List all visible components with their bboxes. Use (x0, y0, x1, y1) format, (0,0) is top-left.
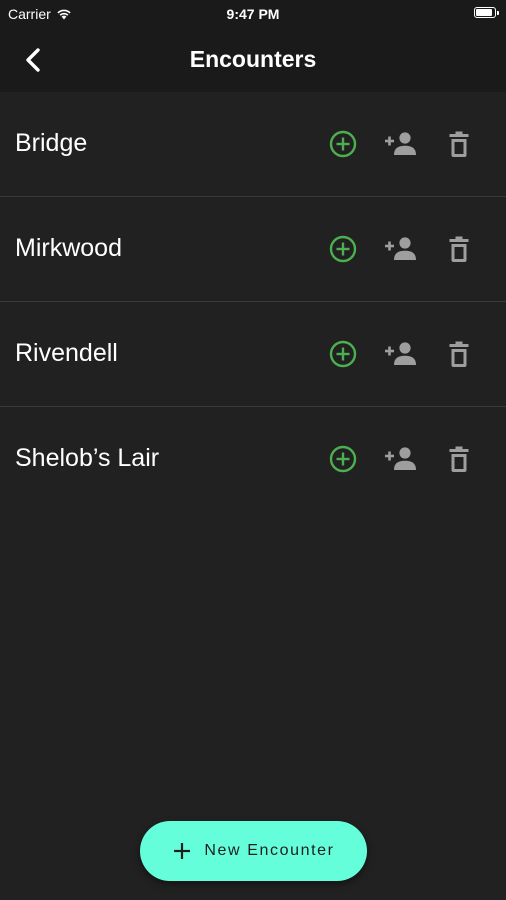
add-circle-icon (329, 340, 357, 368)
encounter-row[interactable]: Bridge (0, 92, 506, 197)
add-to-encounter-button[interactable] (321, 439, 365, 479)
add-character-button[interactable] (379, 439, 423, 479)
trash-icon (449, 341, 469, 367)
new-encounter-label: New Encounter (204, 842, 335, 859)
encounter-name: Shelob’s Lair (15, 444, 160, 472)
plus-icon (174, 843, 191, 859)
add-character-button[interactable] (379, 334, 423, 374)
trash-icon (449, 446, 469, 472)
person-add-icon (385, 447, 416, 470)
encounter-name: Mirkwood (15, 234, 122, 262)
add-circle-icon (329, 235, 357, 263)
add-to-encounter-button[interactable] (321, 229, 365, 269)
delete-encounter-button[interactable] (437, 229, 481, 269)
encounter-row[interactable]: Mirkwood (0, 197, 506, 302)
trash-icon (449, 131, 469, 157)
row-actions (321, 229, 481, 269)
delete-encounter-button[interactable] (437, 439, 481, 479)
encounter-list: Bridge Mirkwood Rivendell Shelob’s Lair (0, 92, 506, 511)
delete-encounter-button[interactable] (437, 334, 481, 374)
person-add-icon (385, 237, 416, 260)
row-actions (321, 439, 481, 479)
add-character-button[interactable] (379, 229, 423, 269)
app-bar: Encounters (0, 28, 506, 92)
status-time: 9:47 PM (226, 6, 280, 22)
new-encounter-button[interactable]: New Encounter (140, 821, 367, 881)
battery-level (476, 9, 492, 16)
row-actions (321, 334, 481, 374)
status-bar: Carrier 9:47 PM (0, 0, 506, 28)
encounter-name: Bridge (15, 129, 88, 157)
delete-encounter-button[interactable] (437, 124, 481, 164)
add-character-button[interactable] (379, 124, 423, 164)
add-to-encounter-button[interactable] (321, 124, 365, 164)
trash-icon (449, 236, 469, 262)
page-title: Encounters (189, 46, 317, 72)
person-add-icon (385, 342, 416, 365)
encounter-row[interactable]: Rivendell (0, 302, 506, 407)
encounter-row[interactable]: Shelob’s Lair (0, 407, 506, 511)
add-circle-icon (329, 445, 357, 473)
add-to-encounter-button[interactable] (321, 334, 365, 374)
add-circle-icon (329, 130, 357, 158)
battery-icon (474, 7, 499, 18)
encounter-name: Rivendell (15, 339, 118, 367)
row-actions (321, 124, 481, 164)
person-add-icon (385, 132, 416, 155)
